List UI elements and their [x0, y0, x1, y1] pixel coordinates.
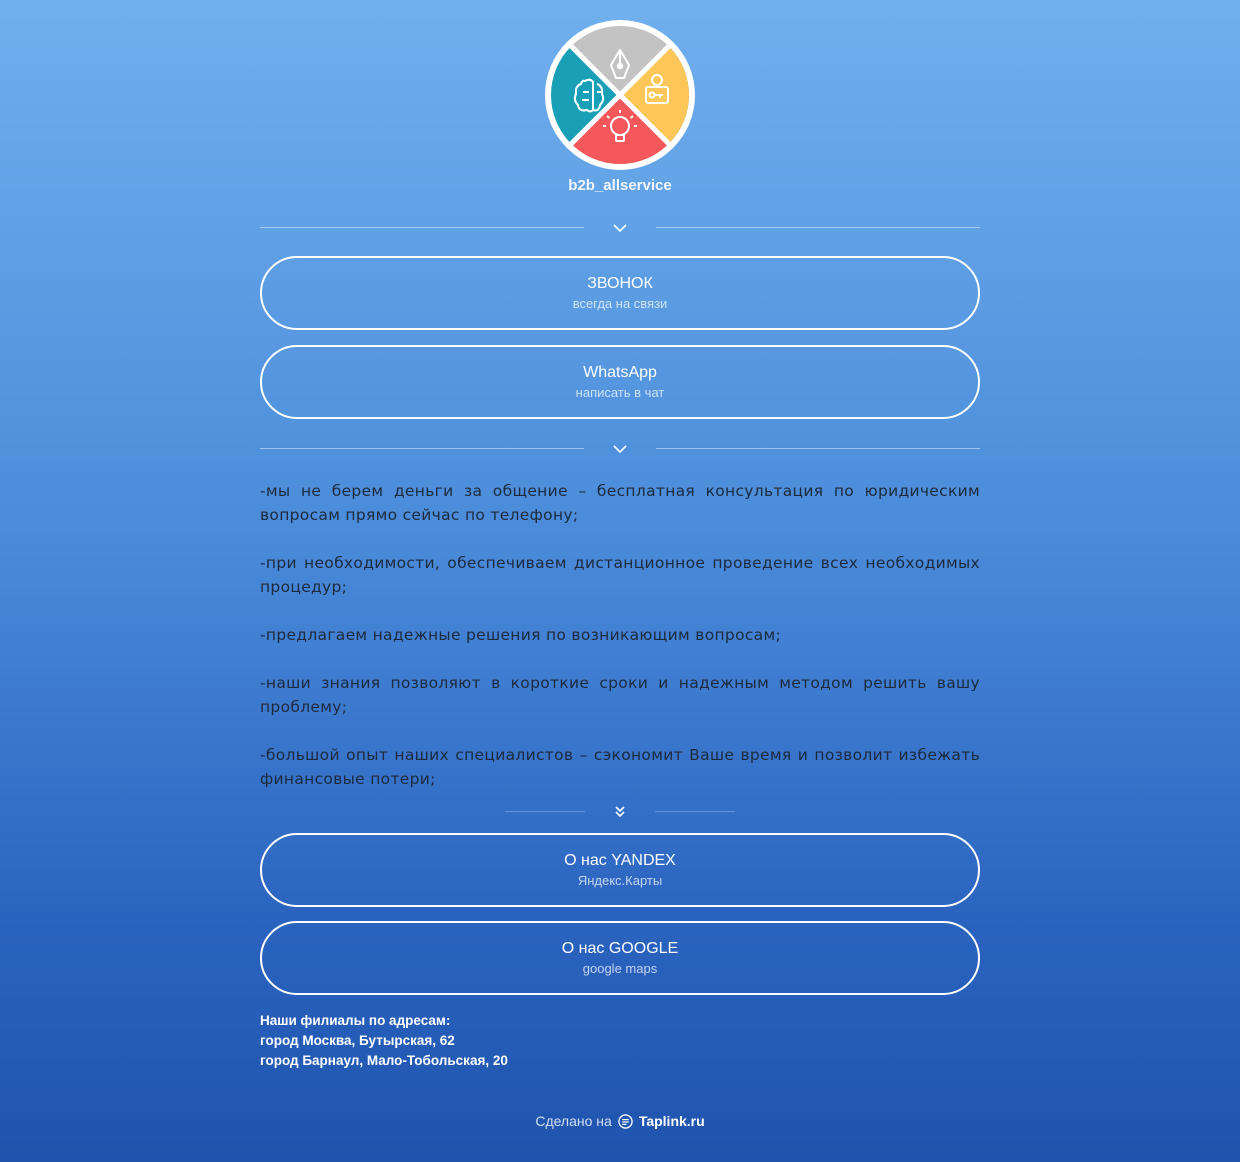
- call-button[interactable]: ЗВОНОК всегда на связи: [260, 256, 980, 330]
- double-chevron-down-icon: [615, 806, 625, 818]
- taplink-logo-icon: [618, 1113, 633, 1129]
- profile-username: b2b_allservice: [568, 177, 672, 194]
- branch-address: город Барнаул, Мало-Тобольская, 20: [260, 1053, 508, 1068]
- description-paragraph: -наши знания позволяют в короткие сроки …: [260, 674, 980, 716]
- description-paragraph: -мы не берем деньги за общение – бесплат…: [260, 482, 980, 524]
- yandex-button[interactable]: О нас YANDEX Яндекс.Карты: [260, 833, 980, 907]
- section-divider: [260, 220, 980, 236]
- taplink-footer-link[interactable]: Сделано на Taplink.ru: [260, 1113, 980, 1129]
- call-button-subtitle: всегда на связи: [572, 295, 668, 311]
- branch-address: город Москва, Бутырская, 62: [260, 1033, 455, 1048]
- yandex-button-subtitle: Яндекс.Карты: [577, 872, 663, 888]
- google-button[interactable]: О нас GOOGLE google maps: [260, 921, 980, 995]
- description-paragraph: -большой опыт наших специалистов – сэкон…: [260, 746, 980, 788]
- branches-heading: Наши филиалы по адресам:: [260, 1013, 451, 1028]
- whatsapp-button-subtitle: написать в чат: [575, 384, 665, 400]
- description-paragraph: -предлагаем надежные решения по возникаю…: [260, 626, 781, 644]
- chevron-down-icon: [613, 445, 627, 454]
- whatsapp-button-title: WhatsApp: [583, 363, 657, 381]
- yandex-button-title: О нас YANDEX: [564, 851, 676, 869]
- section-divider: [260, 441, 980, 457]
- chevron-down-icon: [613, 224, 627, 233]
- call-button-title: ЗВОНОК: [587, 274, 653, 292]
- description-paragraph: -при необходимости, обеспечиваем дистанц…: [260, 554, 980, 596]
- google-button-subtitle: google maps: [582, 960, 658, 976]
- google-button-title: О нас GOOGLE: [561, 939, 679, 957]
- branch-addresses: Наши филиалы по адресам: город Москва, Б…: [260, 1011, 980, 1071]
- footer-brand: Taplink.ru: [638, 1113, 705, 1129]
- profile-avatar[interactable]: [545, 20, 695, 170]
- footer-made-on: Сделано на: [535, 1113, 612, 1129]
- whatsapp-button[interactable]: WhatsApp написать в чат: [260, 345, 980, 419]
- section-divider: [260, 804, 980, 820]
- description-text: -мы не берем деньги за общение – бесплат…: [260, 479, 980, 815]
